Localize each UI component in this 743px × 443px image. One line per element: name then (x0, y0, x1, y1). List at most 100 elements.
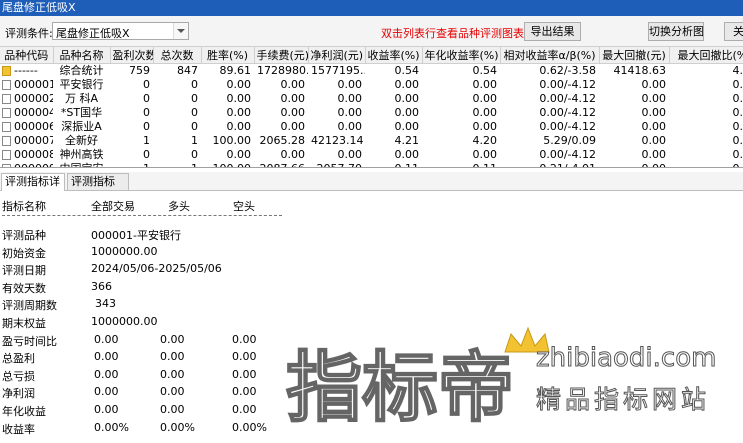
table-cell: 0.00 (280, 120, 306, 133)
table-row[interactable]: 000006 深振业A 0 0 0.00 0.00 0.00 0.00 0.00 0.00/-4.… (0, 120, 743, 134)
table-cell: 0 (143, 106, 150, 119)
table-cell: 0 (191, 120, 198, 133)
detail-value-long: 0.00 (160, 332, 185, 346)
indicator-details-panel: 指标名称 全部交易 多头 空头 评测品种 000001-平安银行 初始资金 10000… (0, 191, 743, 443)
table-cell: 0.00 (337, 120, 363, 133)
switch-chart-button[interactable]: 切换分析图 (648, 22, 704, 41)
criteria-select[interactable]: 尾盘修正低吸X (52, 22, 189, 40)
double-click-hint: 双击列表行查看品种评测图表 (381, 27, 524, 40)
tab-indicator-description[interactable]: 评测指标说明 (67, 173, 129, 204)
table-row[interactable]: 000008 神州高铁 0 0 0.00 0.00 0.00 0.00 0.00 0.00/-4.… (0, 148, 743, 162)
document-icon (2, 136, 11, 146)
detail-label: 评测周期数 (2, 299, 57, 313)
table-cell: 0 (191, 92, 198, 105)
table-row[interactable]: 000002 万 科A 0 0 0.00 0.00 0.00 0.00 0.00 0.00/-4.… (0, 92, 743, 106)
table-cell: ------ (0, 64, 53, 79)
table-cell: 000001 (0, 78, 53, 92)
table-cell: 1 (191, 134, 198, 147)
table-row[interactable]: 000004 *ST国华 0 0 0.00 0.00 0.00 0.00 0.00 0.00/-4… (0, 106, 743, 120)
document-icon (2, 164, 11, 167)
table-cell: 0.00 (641, 120, 667, 133)
column-header[interactable]: 净利润(元) (308, 47, 366, 64)
cell-text: 000002 (14, 92, 53, 105)
column-header[interactable]: 收益率(%) (365, 47, 423, 64)
table-cell: 0.54 (394, 64, 420, 77)
table-cell: 89.61 (219, 64, 252, 77)
column-header[interactable]: 最大回撤比(%) (669, 47, 743, 64)
column-header[interactable]: 手续费(元) (254, 47, 309, 64)
tab-indicator-details[interactable]: 评测指标详情 (1, 173, 65, 204)
detail-separator (2, 215, 282, 216)
table-cell: 中国宝安 (53, 162, 110, 167)
export-button[interactable]: 导出结果 (524, 22, 581, 41)
table-cell: 0.00 (641, 106, 667, 119)
toolbar: 评测条件: 尾盘修正低吸X 双击列表行查看品种评测图表 导出结果 切换分析图 关… (0, 16, 743, 47)
column-header[interactable]: 最大回撤(元) (599, 47, 670, 64)
table-cell: 100.00 (212, 134, 252, 147)
detail-value-short: 0.00 (232, 350, 257, 364)
column-header[interactable]: 品种名称 (53, 47, 111, 64)
table-cell: 0 (191, 148, 198, 161)
table-cell: 0.00 (394, 120, 420, 133)
close-button[interactable]: 关闭 (724, 22, 743, 41)
detail-value-long: 0.00 (160, 385, 185, 399)
grid-header-row: 品种代码 品种名称 盈利次数 总次数 胜率(%) 手续费(元) 净利润(元) 收益率(%) 年化… (0, 47, 743, 64)
column-header[interactable]: 总次数 (153, 47, 202, 64)
detail-value-all: 0.00 (94, 350, 119, 364)
table-cell: 0.00 (226, 148, 252, 161)
column-header[interactable]: 盈利次数 (110, 47, 154, 64)
detail-label: 评测品种 (2, 229, 46, 242)
table-cell: 1728980.... (257, 64, 308, 77)
table-cell: 000009 (0, 162, 53, 167)
document-icon (2, 80, 11, 90)
table-cell: 2087.66 (254, 162, 308, 167)
table-cell: 0.00 (394, 106, 420, 119)
table-cell: 0.00 (472, 106, 498, 119)
document-icon (2, 122, 11, 132)
table-cell: 2057.70 (308, 162, 365, 167)
table-cell: 1 (110, 162, 153, 167)
table-cell: 0.00/-4.12 (539, 106, 596, 119)
column-header[interactable]: 品种代码 (0, 47, 54, 64)
detail-label: 评测日期 (2, 264, 46, 278)
table-cell: 000004 (0, 106, 53, 120)
summary-folder-icon (2, 66, 11, 76)
table-cell: 0 (143, 92, 150, 105)
chevron-down-icon[interactable] (173, 23, 188, 39)
table-row[interactable]: 000007 全新好 1 1 100.00 2065.28 42123.14 4.21 4.20… (0, 134, 743, 148)
summary-row[interactable]: ------ 综合统计 759 847 89.61 1728980....1577195.… (0, 64, 743, 79)
table-cell: 0.00 (226, 78, 252, 91)
table-cell: 847 (177, 64, 198, 77)
table-cell: 0.00 (732, 78, 743, 91)
table-cell: 41418.63 (613, 64, 667, 77)
detail-label: 总盈利 (2, 352, 35, 366)
cell-text: 000006 (14, 120, 53, 133)
table-cell: 000002 (0, 92, 53, 106)
table-row[interactable]: 000001 平安银行 0 0 0.00 0.00 0.00 0.00 0.00 0.00/-4.… (0, 78, 743, 92)
table-cell: 5.29/0.09 (543, 134, 596, 147)
table-cell: 1 (143, 134, 150, 147)
detail-value-long: 0.00 (160, 403, 185, 416)
detail-value-long: 0.00% (160, 420, 195, 434)
table-cell: 平安银行 (59, 78, 104, 91)
window-title: 尾盘修正低吸X (2, 1, 76, 14)
detail-value-all: 0.00% (94, 420, 129, 434)
detail-label: 净利润 (2, 387, 35, 401)
cell-text: 000001 (14, 78, 53, 91)
column-header[interactable]: 年化收益率(%) (422, 47, 501, 64)
table-cell: 0.00 (394, 78, 420, 91)
column-header[interactable]: 相对收益率α/β(%) (500, 47, 600, 64)
detail-value-short: 0.00 (232, 367, 257, 381)
cell-text: 000009 (14, 162, 53, 167)
column-header[interactable]: 胜率(%) (201, 47, 255, 64)
table-cell: 0.00 (337, 148, 363, 161)
table-cell: 0.11 (422, 162, 500, 167)
table-cell: 0.00 (280, 92, 306, 105)
results-grid[interactable]: 品种代码 品种名称 盈利次数 总次数 胜率(%) 手续费(元) 净利润(元) 收益率(%) 年化… (0, 47, 743, 168)
detail-label: 初始资金 (2, 246, 46, 260)
window-title-bar: 尾盘修正低吸X (0, 0, 743, 16)
table-cell: 000006 (0, 120, 53, 134)
table-cell: 0.00 (394, 92, 420, 105)
table-cell: 100.00 (201, 162, 254, 167)
table-row[interactable]: 000009中国宝安11100.002087.662057.700.110.11… (0, 162, 743, 167)
